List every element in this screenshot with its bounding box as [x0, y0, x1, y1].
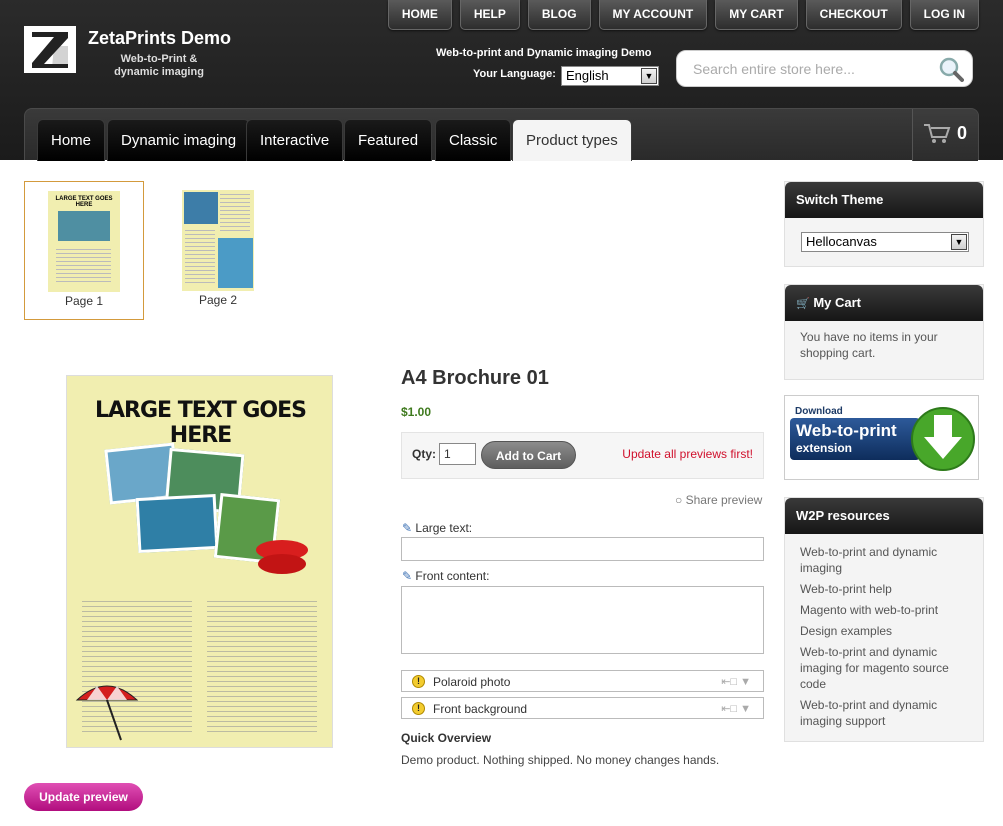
my-cart-title-text: My Cart: [813, 295, 862, 310]
large-text-input[interactable]: [401, 537, 764, 561]
cart-icon: [924, 124, 951, 143]
tab-featured[interactable]: Featured: [344, 119, 433, 161]
w2p-resources-block: W2P resources Web-to-print and dynamic i…: [784, 497, 984, 742]
product-price: $1.00: [401, 405, 432, 419]
language-label: Your Language:: [473, 68, 556, 80]
resource-link[interactable]: Design examples: [800, 623, 968, 639]
add-to-cart-box: Qty: 1 Add to Cart Update all previews f…: [401, 432, 764, 479]
site-subtitle: Web-to-Print & dynamic imaging: [114, 53, 204, 78]
quick-overview-text: Demo product. Nothing shipped. No money …: [401, 753, 720, 767]
theme-select[interactable]: Hellocanvas ▼: [801, 232, 969, 252]
product-title: A4 Brochure 01: [401, 367, 549, 389]
large-text-label: ✎ Large text:: [402, 521, 472, 535]
language-value: English: [566, 68, 609, 83]
site-header: ZetaPrints Demo Web-to-Print & dynamic i…: [0, 0, 1003, 161]
search-input[interactable]: Search entire store here...: [693, 61, 855, 77]
tab-dynamic-imaging[interactable]: Dynamic imaging: [107, 119, 251, 161]
page-2-thumbnail-image: [182, 190, 254, 291]
download-arrow-icon: [911, 407, 975, 471]
theme-value: Hellocanvas: [806, 234, 877, 249]
brochure-preview[interactable]: LARGE TEXT GOES HERE: [66, 375, 333, 748]
update-previews-warning: Update all previews first!: [622, 447, 753, 461]
polaroid-photo-label: Polaroid photo: [433, 675, 511, 689]
tab-home[interactable]: Home: [37, 119, 106, 161]
banner-line-2: extension: [796, 441, 853, 455]
resource-link[interactable]: Web-to-print help: [800, 581, 968, 597]
share-preview-link[interactable]: ○ Share preview: [675, 493, 762, 507]
my-cart-text: You have no items in your shopping cart.: [800, 330, 938, 360]
pencil-icon: ✎: [402, 521, 413, 535]
resource-link[interactable]: Web-to-print and dynamic imaging: [800, 544, 968, 576]
top-link-help[interactable]: HELP: [459, 0, 520, 30]
polaroid-photo-collage: [104, 442, 281, 564]
top-link-home[interactable]: HOME: [387, 0, 452, 30]
banner-label-box: Web-to-print extension: [790, 418, 920, 460]
banner-line-1: Web-to-print: [796, 421, 897, 440]
resource-link[interactable]: Magento with web-to-print: [800, 602, 968, 618]
top-link-checkout[interactable]: CHECKOUT: [805, 0, 902, 30]
share-preview-label: Share preview: [685, 493, 763, 507]
top-link-my-account[interactable]: MY ACCOUNT: [598, 0, 708, 30]
main-navigation: Home Dynamic imaging Interactive Feature…: [24, 108, 979, 161]
w2p-resources-list: Web-to-print and dynamic imaging Web-to-…: [785, 534, 983, 742]
logo-z-icon: [32, 32, 68, 68]
body-text-column-2: [207, 601, 317, 736]
tagline: Web-to-print and Dynamic imaging Demo: [436, 47, 652, 59]
my-cart-block: 🛒 My Cart You have no items in your shop…: [784, 284, 984, 380]
page-thumb-2[interactable]: Page 2: [159, 181, 279, 320]
search-icon[interactable]: [938, 56, 964, 82]
resource-link[interactable]: Web-to-print and dynamic imaging for mag…: [800, 644, 968, 692]
polaroid-photo-selector[interactable]: ! Polaroid photo ⇤□ ▼: [401, 670, 764, 692]
banner-download-text: Download: [795, 406, 843, 417]
front-content-label-text: Front content:: [415, 569, 490, 583]
top-navigation: HOME HELP BLOG MY ACCOUNT MY CART CHECKO…: [387, 0, 979, 30]
page-thumb-1[interactable]: LARGE TEXT GOES HERE Page 1: [24, 181, 144, 320]
top-link-log-in[interactable]: LOG IN: [909, 0, 979, 30]
tab-classic[interactable]: Classic: [435, 119, 512, 161]
qty-label: Qty:: [412, 447, 436, 461]
qty-input[interactable]: 1: [439, 443, 476, 465]
top-link-blog[interactable]: BLOG: [527, 0, 591, 30]
resource-link[interactable]: Web-to-print and dynamic imaging support: [800, 697, 968, 729]
front-content-textarea[interactable]: [401, 586, 764, 654]
zetaprints-logo[interactable]: [24, 26, 76, 73]
warning-icon: !: [412, 702, 425, 715]
chevron-down-icon: ▼: [641, 68, 657, 84]
expand-chevron-icon[interactable]: ⇤□ ▼: [721, 675, 751, 688]
page-1-label: Page 1: [64, 294, 104, 308]
pencil-icon: ✎: [402, 569, 413, 583]
cart-icon: 🛒: [796, 298, 810, 310]
switch-theme-title: Switch Theme: [785, 182, 983, 218]
tab-interactive[interactable]: Interactive: [246, 119, 344, 161]
expand-chevron-icon[interactable]: ⇤□ ▼: [721, 702, 751, 715]
header-cart[interactable]: 0: [912, 109, 978, 161]
w2p-resources-title: W2P resources: [785, 498, 983, 534]
update-preview-button[interactable]: Update preview: [24, 783, 143, 811]
add-to-cart-button[interactable]: Add to Cart: [481, 441, 576, 469]
search-box[interactable]: Search entire store here...: [676, 50, 973, 87]
page-1-thumbnail-image: LARGE TEXT GOES HERE: [48, 191, 120, 292]
lips-icon: [256, 540, 308, 574]
bullet-icon: ○: [675, 493, 686, 507]
cart-count: 0: [957, 123, 968, 143]
chevron-down-icon: ▼: [951, 234, 967, 250]
my-cart-title: 🛒 My Cart: [785, 285, 983, 321]
large-text-label-text: Large text:: [415, 521, 473, 535]
warning-icon: !: [412, 675, 425, 688]
page-2-label: Page 2: [198, 293, 238, 307]
download-extension-banner[interactable]: Download Web-to-print extension: [784, 395, 979, 480]
language-select[interactable]: English ▼: [561, 66, 659, 86]
lips-graphic: [252, 536, 312, 576]
tab-product-types[interactable]: Product types: [512, 119, 632, 161]
front-background-selector[interactable]: ! Front background ⇤□ ▼: [401, 697, 764, 719]
top-link-my-cart[interactable]: MY CART: [715, 0, 798, 30]
umbrella-icon: [75, 685, 139, 741]
site-title: ZetaPrints Demo: [88, 28, 232, 48]
quick-overview-title: Quick Overview: [401, 731, 492, 745]
preview-headline: LARGE TEXT GOES HERE: [94, 398, 307, 448]
front-content-label: ✎ Front content:: [402, 569, 489, 583]
front-background-label: Front background: [433, 702, 528, 716]
switch-theme-block: Switch Theme Hellocanvas ▼: [784, 181, 984, 267]
